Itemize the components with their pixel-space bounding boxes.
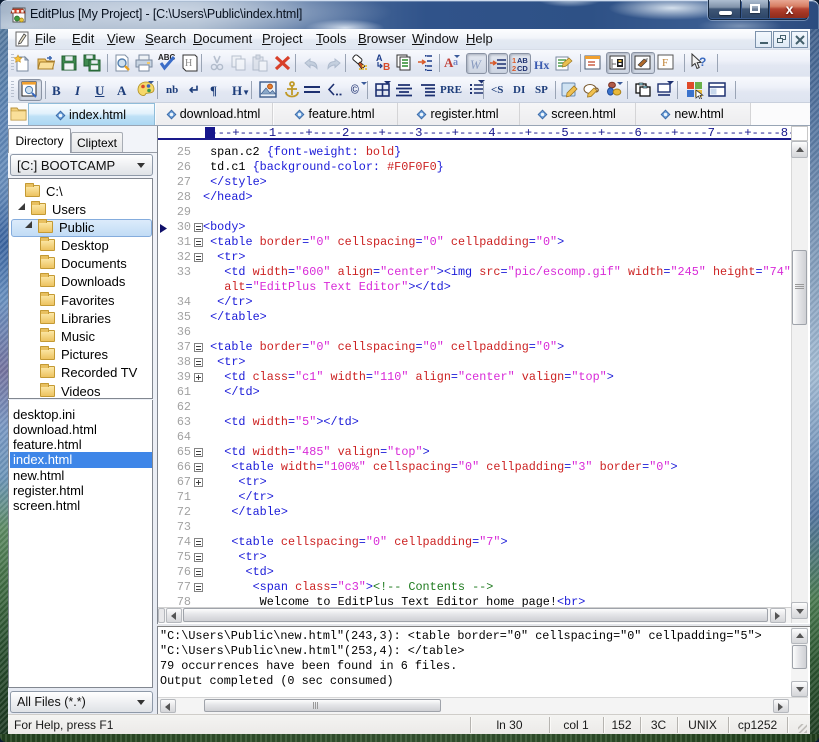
svg-text:2: 2 <box>512 64 516 73</box>
svg-text:W: W <box>470 57 482 72</box>
svg-text:CD: CD <box>517 64 528 73</box>
svg-text:a: a <box>453 57 458 68</box>
svg-text:?: ? <box>699 55 706 69</box>
svg-text:©: © <box>351 83 359 98</box>
svg-text:H: H <box>185 58 192 69</box>
svg-text:F: F <box>662 57 668 69</box>
svg-text:A: A <box>376 53 383 63</box>
svg-text:B: B <box>383 62 390 71</box>
